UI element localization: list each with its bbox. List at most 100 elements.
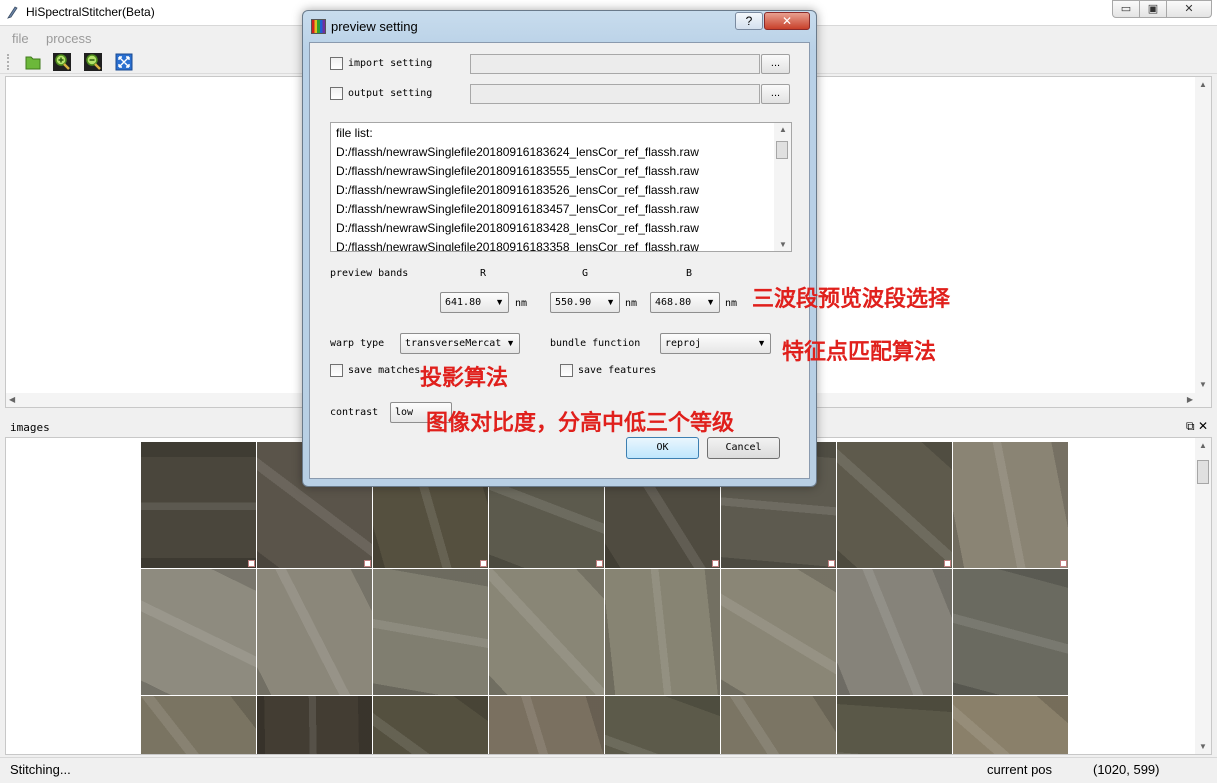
bundle-function-value: reproj xyxy=(665,338,702,349)
dialog-spectrum-icon xyxy=(311,19,326,34)
band-b-select[interactable]: 468.80 ▼ xyxy=(650,292,720,313)
image-thumbnail[interactable] xyxy=(721,696,836,754)
dialog-help-button[interactable]: ? xyxy=(735,12,763,30)
image-thumbnail[interactable] xyxy=(837,442,952,568)
preview-vertical-scrollbar[interactable]: ▲ ▼ xyxy=(1195,77,1211,407)
image-thumbnail[interactable] xyxy=(489,569,604,695)
image-thumbnail[interactable] xyxy=(953,569,1068,695)
ok-button[interactable]: OK xyxy=(626,437,699,459)
cancel-button[interactable]: Cancel xyxy=(707,437,780,459)
save-matches-checkbox[interactable] xyxy=(330,364,343,377)
image-thumbnail[interactable] xyxy=(373,569,488,695)
image-thumbnail[interactable] xyxy=(721,569,836,695)
images-scroll-thumb[interactable] xyxy=(1197,460,1209,484)
current-pos-label: current pos xyxy=(987,762,1053,777)
list-item[interactable]: D:/flassh/newrawSinglefile20180916183526… xyxy=(336,183,699,197)
app-feather-icon xyxy=(7,6,18,19)
images-vertical-scrollbar[interactable]: ▲ ▼ xyxy=(1195,438,1211,754)
thumbnail-grid xyxy=(141,442,1069,754)
open-folder-icon[interactable] xyxy=(24,53,42,71)
thumbnail-status-icon xyxy=(828,560,835,567)
band-g-select[interactable]: 550.90 ▼ xyxy=(550,292,620,313)
warp-type-label: warp type xyxy=(330,338,385,349)
image-thumbnail[interactable] xyxy=(953,442,1068,568)
thumbnail-status-icon xyxy=(248,560,255,567)
close-window-button[interactable]: ✕ xyxy=(1166,0,1212,18)
file-list-scroll-thumb[interactable] xyxy=(776,141,788,159)
image-thumbnail[interactable] xyxy=(141,442,256,568)
import-browse-button[interactable]: ... xyxy=(761,54,790,74)
image-thumbnail[interactable] xyxy=(489,696,604,754)
toolbar-grip[interactable] xyxy=(7,54,9,70)
save-matches-label: save matches xyxy=(348,365,421,376)
image-thumbnail[interactable] xyxy=(141,569,256,695)
thumbnail-status-icon xyxy=(364,560,371,567)
thumbnail-status-icon xyxy=(944,560,951,567)
minimize-button[interactable]: ▭ xyxy=(1112,0,1140,18)
image-thumbnail[interactable] xyxy=(605,696,720,754)
dock-float-icon[interactable]: ⧉ xyxy=(1186,419,1195,433)
contrast-value: low xyxy=(395,407,414,418)
import-setting-checkbox[interactable] xyxy=(330,57,343,70)
band-r-unit: nm xyxy=(515,298,528,309)
output-setting-path[interactable] xyxy=(470,84,760,104)
list-item[interactable]: D:/flassh/newrawSinglefile20180916183428… xyxy=(336,221,699,235)
images-scroll-up-icon[interactable]: ▲ xyxy=(1199,441,1207,450)
dialog-close-button[interactable]: ✕ xyxy=(764,12,810,30)
scroll-up-arrow-icon[interactable]: ▲ xyxy=(1199,80,1207,89)
image-thumbnail[interactable] xyxy=(605,569,720,695)
scroll-right-arrow-icon[interactable]: ▶ xyxy=(1187,395,1193,404)
file-list-scroll-up-icon[interactable]: ▲ xyxy=(779,125,787,134)
import-setting-path[interactable] xyxy=(470,54,760,74)
band-b-value: 468.80 xyxy=(655,297,692,308)
current-pos-value: (1020, 599) xyxy=(1093,762,1160,777)
zoom-out-icon[interactable] xyxy=(84,53,102,71)
annotation-projection: 投影算法 xyxy=(420,366,509,391)
file-list-scroll-down-icon[interactable]: ▼ xyxy=(779,240,787,249)
band-b-label: B xyxy=(686,268,693,279)
warp-type-select[interactable]: transverseMercat ▼ xyxy=(400,333,520,354)
image-thumbnail[interactable] xyxy=(373,696,488,754)
output-browse-button[interactable]: ... xyxy=(761,84,790,104)
warp-type-value: transverseMercat xyxy=(405,338,502,349)
maximize-button[interactable]: ▣ xyxy=(1139,0,1167,18)
file-list[interactable]: file list: D:/flassh/newrawSinglefile201… xyxy=(330,122,792,252)
image-thumbnail[interactable] xyxy=(141,696,256,754)
fit-view-icon[interactable] xyxy=(115,53,133,71)
scroll-down-arrow-icon[interactable]: ▼ xyxy=(1199,380,1207,389)
list-item[interactable]: D:/flassh/newrawSinglefile20180916183555… xyxy=(336,164,699,178)
image-thumbnail[interactable] xyxy=(837,569,952,695)
image-thumbnail[interactable] xyxy=(257,569,372,695)
menu-process[interactable]: process xyxy=(46,31,92,46)
menu-file[interactable]: file xyxy=(12,31,29,46)
chevron-down-icon: ▼ xyxy=(757,338,766,348)
image-thumbnail[interactable] xyxy=(837,696,952,754)
chevron-down-icon: ▼ xyxy=(506,338,515,348)
images-scroll-down-icon[interactable]: ▼ xyxy=(1199,742,1207,751)
band-g-value: 550.90 xyxy=(555,297,592,308)
list-item[interactable]: D:/flassh/newrawSinglefile20180916183358… xyxy=(336,240,699,251)
list-item[interactable]: D:/flassh/newrawSinglefile20180916183624… xyxy=(336,145,699,159)
file-list-scrollbar[interactable]: ▲ ▼ xyxy=(774,123,791,251)
list-item[interactable]: D:/flassh/newrawSinglefile20180916183457… xyxy=(336,202,699,216)
scroll-left-arrow-icon[interactable]: ◀ xyxy=(9,395,15,404)
preview-bands-label: preview bands xyxy=(330,268,409,279)
dock-close-icon[interactable]: ✕ xyxy=(1198,419,1208,433)
output-setting-checkbox[interactable] xyxy=(330,87,343,100)
band-g-unit: nm xyxy=(625,298,638,309)
band-r-label: R xyxy=(480,268,487,279)
thumbnail-status-icon xyxy=(596,560,603,567)
save-features-checkbox[interactable] xyxy=(560,364,573,377)
annotation-bands: 三波段预览波段选择 xyxy=(752,287,951,312)
image-thumbnail[interactable] xyxy=(953,696,1068,754)
image-thumbnail[interactable] xyxy=(257,696,372,754)
status-message: Stitching... xyxy=(10,762,71,777)
status-bar: Stitching... current pos (1020, 599) xyxy=(0,757,1217,783)
zoom-in-icon[interactable] xyxy=(53,53,71,71)
thumbnail-status-icon xyxy=(480,560,487,567)
band-r-value: 641.80 xyxy=(445,297,482,308)
bundle-function-select[interactable]: reproj ▼ xyxy=(660,333,771,354)
window-title: HiSpectralStitcher(Beta) xyxy=(26,5,155,19)
band-r-select[interactable]: 641.80 ▼ xyxy=(440,292,509,313)
thumbnail-status-icon xyxy=(712,560,719,567)
